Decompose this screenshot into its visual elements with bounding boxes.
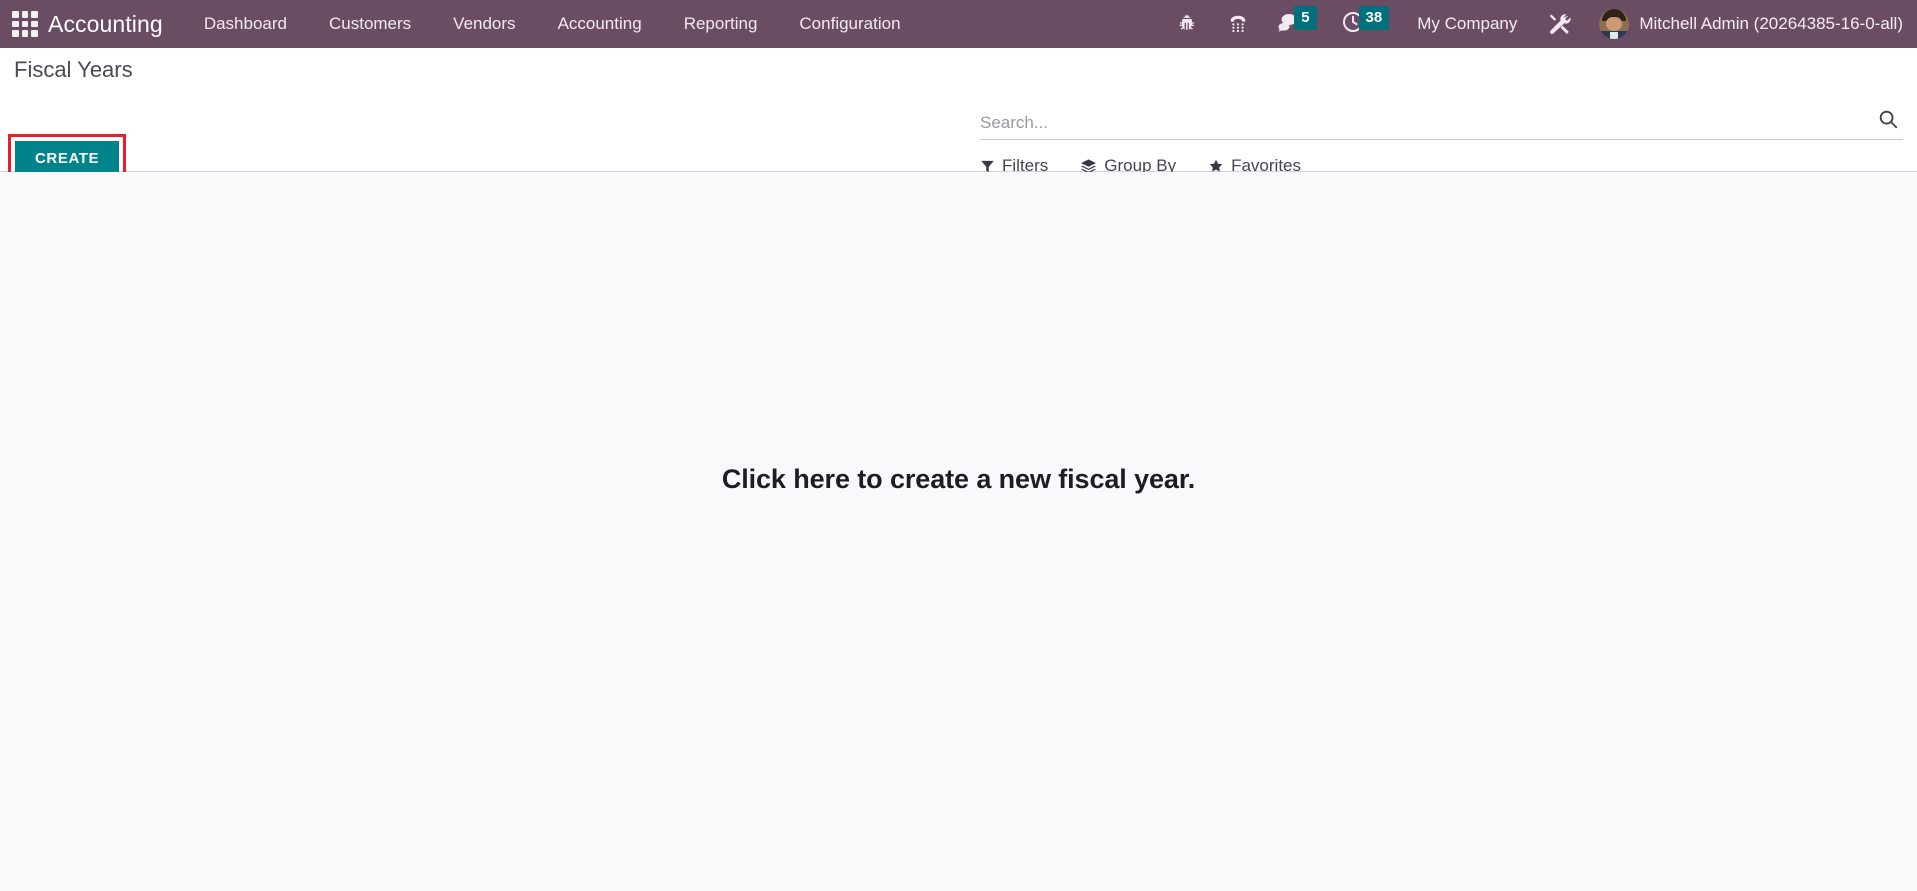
- username-label: Mitchell Admin (20264385-16-0-all): [1639, 14, 1903, 33]
- user-menu[interactable]: Mitchell Admin (20264385-16-0-all): [1587, 0, 1903, 48]
- dialpad-icon[interactable]: [1212, 0, 1264, 48]
- grid-cell: [31, 20, 38, 28]
- grid-cell: [21, 30, 29, 37]
- empty-state-message: Click here to create a new fiscal year.: [721, 464, 1196, 494]
- grid-cell: [12, 30, 19, 37]
- page-title: Fiscal Years: [14, 57, 133, 82]
- menu-vendors[interactable]: Vendors: [432, 0, 536, 48]
- app-brand-accounting[interactable]: Accounting: [48, 11, 183, 38]
- menu-reporting[interactable]: Reporting: [663, 0, 779, 48]
- grid-cell: [21, 20, 29, 28]
- apps-grid-icon[interactable]: [12, 11, 38, 37]
- magnifier-icon: [1877, 108, 1899, 133]
- messages-counter: 5: [1294, 5, 1317, 30]
- company-switcher[interactable]: My Company: [1401, 0, 1533, 48]
- search-view: Filters Group By Favor: [980, 108, 1903, 176]
- wrench-screwdriver-icon[interactable]: [1533, 0, 1587, 48]
- search-input[interactable]: [980, 113, 1867, 133]
- avatar-collar: [1610, 32, 1619, 39]
- create-button[interactable]: CREATE: [15, 141, 120, 176]
- messages-menu[interactable]: 5: [1264, 0, 1328, 48]
- activities-menu[interactable]: 38: [1329, 0, 1402, 48]
- main-menu: Dashboard Customers Vendors Accounting R…: [183, 0, 922, 48]
- search-button[interactable]: [1867, 108, 1903, 133]
- grid-cell: [12, 11, 19, 18]
- grid-cell: [21, 11, 29, 18]
- menu-accounting[interactable]: Accounting: [537, 0, 663, 48]
- empty-state: Click here to create a new fiscal year.: [0, 464, 1917, 495]
- control-panel: Fiscal Years CREATE Search... Filters Gr…: [0, 48, 1917, 183]
- menu-dashboard[interactable]: Dashboard: [183, 0, 308, 48]
- search-row: [980, 108, 1903, 140]
- avatar: [1599, 9, 1630, 39]
- grid-cell: [31, 30, 38, 37]
- grid-cell: [12, 20, 19, 28]
- menu-customers[interactable]: Customers: [308, 0, 432, 48]
- top-navbar: Accounting Dashboard Customers Vendors A…: [0, 0, 1917, 48]
- menu-configuration[interactable]: Configuration: [778, 0, 921, 48]
- systray: 5 38 My Company Mitchell Admin (20264385…: [1162, 0, 1917, 48]
- content-area: Click here to create a new fiscal year.: [0, 172, 1917, 890]
- bug-icon[interactable]: [1162, 0, 1212, 48]
- avatar-face: [1606, 17, 1623, 31]
- breadcrumb: Fiscal Years: [14, 56, 133, 85]
- grid-cell: [31, 11, 38, 18]
- activities-counter: 38: [1358, 5, 1390, 30]
